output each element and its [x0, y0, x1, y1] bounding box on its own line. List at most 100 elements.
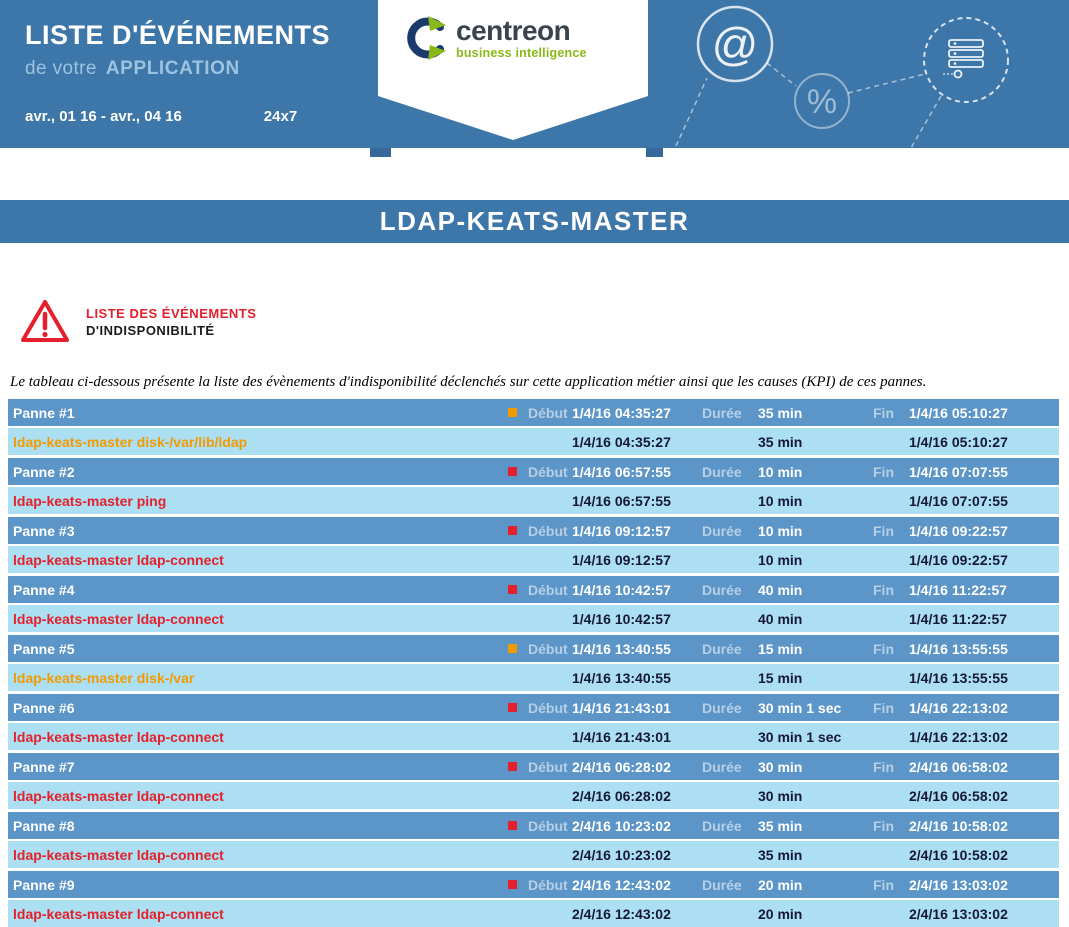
event-summary-row: Panne #4 Début 1/4/16 10:42:57 Durée 40 … [8, 576, 1059, 603]
event-kpi-row: ldap-keats-master ldap-connect 2/4/16 10… [8, 841, 1059, 868]
event-end-time: 2/4/16 10:58:02 [909, 818, 1053, 834]
report-page: LISTE D'ÉVÉNEMENTS de votre APPLICATION a… [0, 0, 1069, 916]
kpi-name: ldap-keats-master ldap-connect [13, 552, 508, 568]
kpi-name: ldap-keats-master ldap-connect [13, 611, 508, 627]
report-subtitle-prefix: de votre [25, 58, 97, 79]
logo-text: centreon business intelligence [456, 17, 587, 60]
event-kpi-row: ldap-keats-master disk-/var 1/4/16 13:40… [8, 664, 1059, 691]
severity-cell [508, 880, 528, 889]
kpi-start-time: 1/4/16 21:43:01 [572, 729, 702, 745]
event-end-time: 2/4/16 06:58:02 [909, 759, 1053, 775]
header-decorations: @ % [659, 0, 1069, 148]
event-group: Panne #2 Début 1/4/16 06:57:55 Durée 10 … [8, 458, 1059, 514]
event-summary-row: Panne #1 Début 1/4/16 04:35:27 Durée 35 … [8, 399, 1059, 426]
event-kpi-row: ldap-keats-master disk-/var/lib/ldap 1/4… [8, 428, 1059, 455]
duration-label: Durée [702, 464, 758, 480]
start-label: Début [528, 759, 572, 775]
at-icon: @ [698, 7, 772, 81]
event-group: Panne #7 Début 2/4/16 06:28:02 Durée 30 … [8, 753, 1059, 809]
event-summary-row: Panne #2 Début 1/4/16 06:57:55 Durée 10 … [8, 458, 1059, 485]
kpi-start-time: 1/4/16 13:40:55 [572, 670, 702, 686]
event-name: Panne #2 [13, 464, 508, 480]
kpi-end-time: 2/4/16 13:03:02 [909, 906, 1053, 922]
duration-label: Durée [702, 700, 758, 716]
server-icon [924, 18, 1008, 102]
severity-square-icon [508, 467, 517, 476]
kpi-duration: 35 min [758, 847, 873, 863]
end-label: Fin [873, 877, 909, 893]
start-label: Début [528, 464, 572, 480]
event-summary-row: Panne #6 Début 1/4/16 21:43:01 Durée 30 … [8, 694, 1059, 721]
kpi-name: ldap-keats-master ldap-connect [13, 847, 508, 863]
event-name: Panne #4 [13, 582, 508, 598]
event-start-time: 2/4/16 12:43:02 [572, 877, 702, 893]
report-title: LISTE D'ÉVÉNEMENTS [25, 20, 330, 51]
end-label: Fin [873, 464, 909, 480]
logo-ribbon: centreon business intelligence [378, 0, 648, 141]
severity-cell [508, 526, 528, 535]
event-summary-row: Panne #5 Début 1/4/16 13:40:55 Durée 15 … [8, 635, 1059, 662]
ribbon-fold-left [370, 148, 391, 157]
event-duration: 10 min [758, 523, 873, 539]
warning-triangle-icon [20, 298, 70, 344]
heading-line2: D'INDISPONIBILITÉ [86, 322, 256, 339]
kpi-name: ldap-keats-master disk-/var/lib/ldap [13, 434, 508, 450]
event-group: Panne #5 Début 1/4/16 13:40:55 Durée 15 … [8, 635, 1059, 691]
header-titles: LISTE D'ÉVÉNEMENTS de votre APPLICATION [25, 20, 330, 80]
event-start-time: 1/4/16 04:35:27 [572, 405, 702, 421]
heading-text: LISTE DES ÉVÉNEMENTS D'INDISPONIBILITÉ [86, 298, 256, 339]
end-label: Fin [873, 641, 909, 657]
kpi-start-time: 2/4/16 06:28:02 [572, 788, 702, 804]
event-duration: 10 min [758, 464, 873, 480]
start-label: Début [528, 818, 572, 834]
kpi-duration: 35 min [758, 434, 873, 450]
event-name: Panne #8 [13, 818, 508, 834]
event-group: Panne #4 Début 1/4/16 10:42:57 Durée 40 … [8, 576, 1059, 632]
event-name: Panne #3 [13, 523, 508, 539]
severity-square-icon [508, 408, 517, 417]
kpi-start-time: 1/4/16 09:12:57 [572, 552, 702, 568]
event-kpi-row: ldap-keats-master ldap-connect 2/4/16 12… [8, 900, 1059, 927]
event-summary-row: Panne #8 Début 2/4/16 10:23:02 Durée 35 … [8, 812, 1059, 839]
kpi-end-time: 2/4/16 06:58:02 [909, 788, 1053, 804]
application-name: LDAP-KEATS-MASTER [380, 206, 690, 236]
event-summary-row: Panne #7 Début 2/4/16 06:28:02 Durée 30 … [8, 753, 1059, 780]
event-end-time: 1/4/16 05:10:27 [909, 405, 1053, 421]
end-label: Fin [873, 582, 909, 598]
centreon-logo: centreon business intelligence [404, 16, 587, 60]
duration-label: Durée [702, 641, 758, 657]
start-label: Début [528, 641, 572, 657]
logo-subtext: business intelligence [456, 46, 587, 60]
event-kpi-row: ldap-keats-master ldap-connect 1/4/16 21… [8, 723, 1059, 750]
kpi-duration: 30 min [758, 788, 873, 804]
kpi-duration: 15 min [758, 670, 873, 686]
kpi-name: ldap-keats-master ping [13, 493, 508, 509]
start-label: Début [528, 700, 572, 716]
duration-label: Durée [702, 877, 758, 893]
severity-cell [508, 821, 528, 830]
end-label: Fin [873, 405, 909, 421]
severity-square-icon [508, 585, 517, 594]
event-start-time: 1/4/16 13:40:55 [572, 641, 702, 657]
report-meta: avr., 01 16 - avr., 04 1624x7 [25, 108, 297, 125]
event-duration: 35 min [758, 818, 873, 834]
event-name: Panne #5 [13, 641, 508, 657]
report-subtitle-app: APPLICATION [106, 58, 240, 79]
event-summary-row: Panne #9 Début 2/4/16 12:43:02 Durée 20 … [8, 871, 1059, 898]
severity-square-icon [508, 821, 517, 830]
duration-label: Durée [702, 405, 758, 421]
kpi-start-time: 1/4/16 04:35:27 [572, 434, 702, 450]
severity-square-icon [508, 880, 517, 889]
kpi-end-time: 1/4/16 13:55:55 [909, 670, 1053, 686]
kpi-start-time: 2/4/16 12:43:02 [572, 906, 702, 922]
event-group: Panne #3 Début 1/4/16 09:12:57 Durée 10 … [8, 517, 1059, 573]
report-date-range: avr., 01 16 - avr., 04 16 [25, 108, 182, 125]
kpi-duration: 20 min [758, 906, 873, 922]
start-label: Début [528, 405, 572, 421]
severity-cell [508, 644, 528, 653]
event-kpi-row: ldap-keats-master ldap-connect 2/4/16 06… [8, 782, 1059, 809]
start-label: Début [528, 523, 572, 539]
start-label: Début [528, 877, 572, 893]
event-duration: 40 min [758, 582, 873, 598]
percent-icon: % [795, 74, 849, 128]
